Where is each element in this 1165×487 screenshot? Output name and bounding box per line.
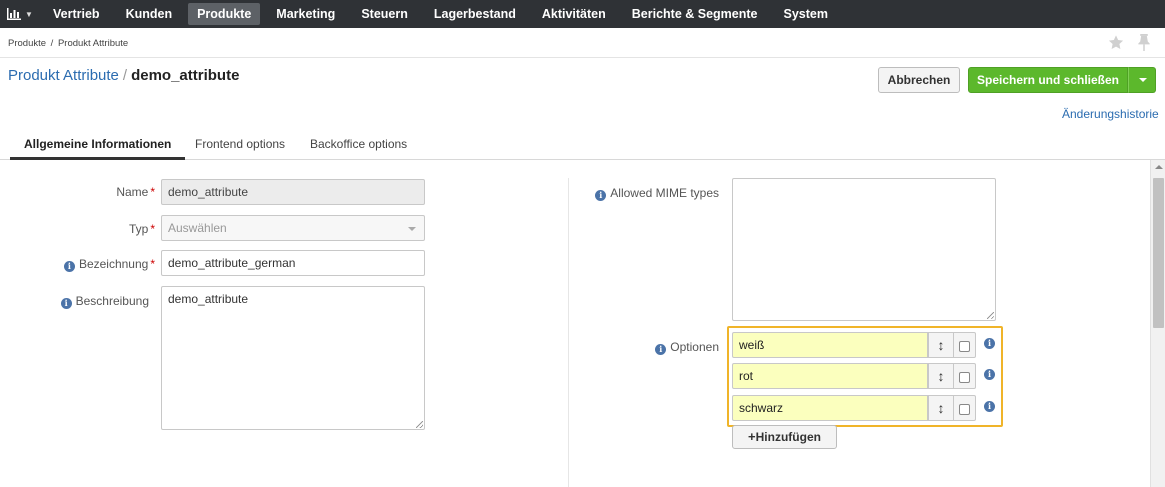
star-icon[interactable] xyxy=(1107,34,1125,51)
required-mark: * xyxy=(150,257,155,271)
breadcrumb-bar: Produkte / Produkt Attribute xyxy=(0,28,1165,58)
options-label-text: Optionen xyxy=(670,340,719,354)
mime-types-textarea[interactable] xyxy=(732,178,996,321)
breadcrumb-item-produkte[interactable]: Produkte xyxy=(8,38,46,49)
bezeichnung-input[interactable]: demo_attribute_german xyxy=(161,250,425,276)
option-default-checkbox[interactable] xyxy=(954,363,976,389)
title-separator: / xyxy=(122,67,128,84)
resize-handle-icon[interactable] xyxy=(416,421,423,428)
beschreibung-value: demo_attribute xyxy=(168,292,249,306)
dashboard-menu[interactable]: ▼ xyxy=(0,0,40,28)
type-label: Typ * xyxy=(60,222,155,236)
nav-item-marketing[interactable]: Marketing xyxy=(263,0,348,28)
nav-item-aktivitaeten[interactable]: Aktivitäten xyxy=(529,0,619,28)
scrollbar-thumb[interactable] xyxy=(1153,178,1164,328)
required-mark: * xyxy=(150,185,155,199)
info-icon[interactable]: i xyxy=(63,261,75,272)
info-icon[interactable]: i xyxy=(60,298,72,309)
tab-frontend-options[interactable]: Frontend options xyxy=(195,132,285,160)
option-default-checkbox[interactable] xyxy=(954,332,976,358)
option-row: rot ↕ xyxy=(732,363,976,389)
nav-item-steuern[interactable]: Steuern xyxy=(348,0,421,28)
pin-icon[interactable] xyxy=(1137,34,1151,51)
tab-general-information[interactable]: Allgemeine Informationen xyxy=(10,132,186,160)
breadcrumb-item-attribute: Produkt Attribute xyxy=(57,38,129,49)
required-mark: * xyxy=(150,222,155,236)
info-icon[interactable]: i xyxy=(984,338,995,349)
tab-bar: Allgemeine Informationen Frontend option… xyxy=(0,132,1165,160)
name-label-text: Name xyxy=(116,185,149,199)
options-label: i Optionen xyxy=(640,340,719,355)
type-select[interactable]: Auswählen xyxy=(161,215,425,241)
add-option-label: Hinzufügen xyxy=(755,430,821,444)
column-divider xyxy=(568,178,569,487)
info-icon[interactable]: i xyxy=(595,190,607,201)
info-icon[interactable]: i xyxy=(655,344,667,355)
resize-handle-icon[interactable] xyxy=(987,312,994,319)
move-handle-icon[interactable]: ↕ xyxy=(928,332,954,358)
beschreibung-textarea[interactable]: demo_attribute xyxy=(161,286,425,430)
add-option-button[interactable]: +Hinzufügen xyxy=(732,425,837,449)
nav-item-kunden[interactable]: Kunden xyxy=(113,0,186,28)
plus-icon: + xyxy=(748,429,756,444)
info-icon[interactable]: i xyxy=(984,369,995,380)
option-row: schwarz ↕ xyxy=(732,395,976,421)
save-options-dropdown-button[interactable] xyxy=(1128,67,1156,93)
bezeichnung-label: i Bezeichnung * xyxy=(40,257,155,272)
beschreibung-label-text: Beschreibung xyxy=(75,294,149,308)
move-handle-icon[interactable]: ↕ xyxy=(928,363,954,389)
name-field[interactable]: demo_attribute xyxy=(161,179,425,205)
nav-item-system[interactable]: System xyxy=(770,0,840,28)
page-title: Produkt Attribute / demo_attribute xyxy=(8,67,239,84)
move-handle-icon[interactable]: ↕ xyxy=(928,395,954,421)
option-default-checkbox[interactable] xyxy=(954,395,976,421)
breadcrumb: Produkte / Produkt Attribute xyxy=(8,38,130,49)
nav-item-produkte[interactable]: Produkte xyxy=(188,3,261,25)
name-label: Name * xyxy=(60,185,155,199)
type-label-text: Typ xyxy=(128,222,149,236)
tab-backoffice-options[interactable]: Backoffice options xyxy=(310,132,407,160)
chevron-down-icon: ▼ xyxy=(25,9,33,19)
title-parent-link[interactable]: Produkt Attribute xyxy=(8,67,119,84)
top-navigation: ▼ Vertrieb Kunden Produkte Marketing Ste… xyxy=(0,0,1165,28)
option-row: weiß ↕ xyxy=(732,332,976,358)
info-icon[interactable]: i xyxy=(984,401,995,412)
change-history-link[interactable]: Änderungshistorie xyxy=(1062,107,1159,121)
nav-item-lagerbestand[interactable]: Lagerbestand xyxy=(421,0,529,28)
bar-chart-icon xyxy=(7,8,22,20)
scrollbar[interactable] xyxy=(1150,160,1165,487)
mime-types-label: i Allowed MIME types xyxy=(580,186,719,201)
bezeichnung-label-text: Bezeichnung xyxy=(78,257,149,271)
nav-item-berichte[interactable]: Berichte & Segmente xyxy=(619,0,771,28)
cancel-button[interactable]: Abbrechen xyxy=(878,67,960,93)
option-input[interactable]: schwarz xyxy=(732,395,928,421)
nav-item-vertrieb[interactable]: Vertrieb xyxy=(40,0,113,28)
mime-types-label-text: Allowed MIME types xyxy=(610,186,719,200)
option-input[interactable]: rot xyxy=(732,363,928,389)
beschreibung-label: i Beschreibung xyxy=(40,294,149,309)
title-current: demo_attribute xyxy=(131,67,240,84)
save-and-close-button[interactable]: Speichern und schließen xyxy=(968,67,1128,93)
scroll-up-icon[interactable] xyxy=(1155,165,1163,169)
option-input[interactable]: weiß xyxy=(732,332,928,358)
breadcrumb-separator: / xyxy=(50,38,54,49)
